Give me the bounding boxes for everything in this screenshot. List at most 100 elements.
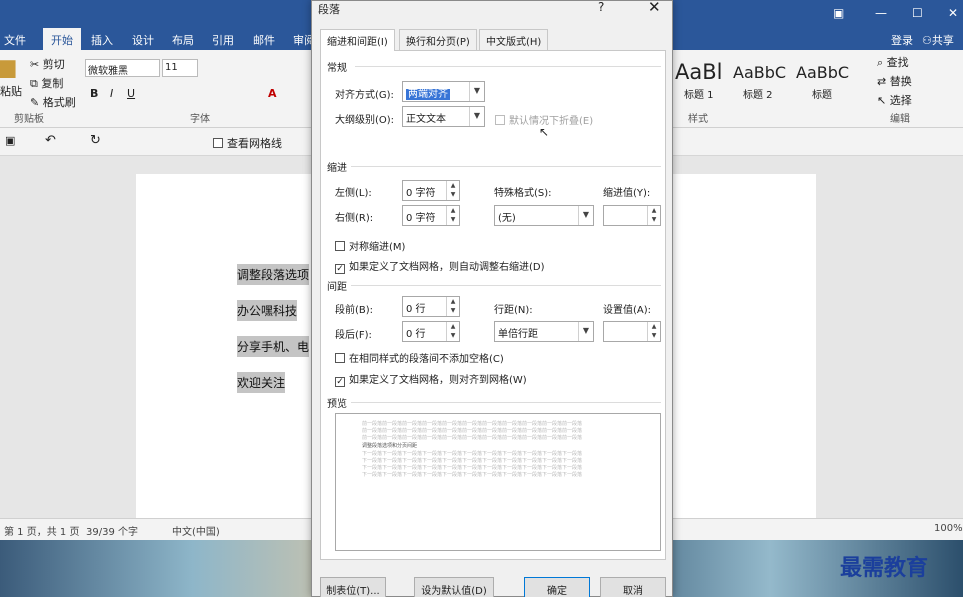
spin-buttons[interactable]: ▲ ▼ <box>647 322 660 341</box>
snap-to-grid-checkbox[interactable]: ✓ 如果定义了文档网格，则对齐到网格(W) <box>335 371 527 387</box>
mirror-indents-checkbox[interactable]: 对称缩进(M) <box>335 238 405 253</box>
style-title-preview[interactable]: AaBbC <box>796 63 849 82</box>
space-after-spinner[interactable]: 0 行 ▲ ▼ <box>402 321 460 342</box>
spin-up-icon: ▲ <box>450 298 456 305</box>
view-gridlines-label: 查看网格线 <box>227 137 282 150</box>
underline-icon[interactable]: U <box>127 87 135 100</box>
tabs-button[interactable]: 制表位(T)... <box>320 577 386 597</box>
doc-line-2: 办公嘿科技 <box>237 300 298 321</box>
format-painter-label: 格式刷 <box>42 96 76 109</box>
spin-buttons[interactable]: ▲ ▼ <box>446 181 459 200</box>
tab-design[interactable]: 设计 <box>132 32 154 48</box>
indent-by-spinner[interactable]: ▲ ▼ <box>603 205 661 226</box>
find-button[interactable]: ⌕ 查找 <box>877 54 909 70</box>
copy-label: 复制 <box>41 77 64 90</box>
tab-asian-typography[interactable]: 中文版式(H) <box>479 29 549 50</box>
minimize-icon[interactable]: — <box>875 6 887 20</box>
tab-mailings[interactable]: 邮件 <box>253 32 275 48</box>
outline-level-select[interactable]: 正文文本 ▼ <box>402 106 485 127</box>
font-name-combo[interactable]: 微软雅黑 <box>85 59 160 77</box>
cancel-button[interactable]: 取消 <box>600 577 666 597</box>
font-group-label: 字体 <box>190 114 210 125</box>
word-count[interactable]: 39/39 个字 <box>86 523 138 538</box>
select-button[interactable]: ↖ 选择 <box>877 92 912 108</box>
spin-buttons[interactable]: ▲ ▼ <box>446 206 459 225</box>
close-window-icon[interactable]: ✕ <box>948 6 958 20</box>
ribbon-display-icon[interactable]: ▣ <box>833 6 844 20</box>
font-size-combo[interactable]: 11 <box>162 59 198 77</box>
tab-references[interactable]: 引用 <box>212 32 234 48</box>
close-icon[interactable]: ✕ <box>648 0 661 16</box>
indent-section-title: 缩进 <box>327 163 347 174</box>
paste-icon[interactable]: ▆ <box>0 54 15 78</box>
tab-layout[interactable]: 布局 <box>172 32 194 48</box>
spin-up-icon: ▲ <box>450 182 456 189</box>
tab-home[interactable]: 开始 <box>43 28 81 50</box>
cut-button[interactable]: ✂ 剪切 <box>30 56 65 72</box>
general-section-title: 常规 <box>327 63 347 74</box>
bold-icon[interactable]: B <box>90 87 98 100</box>
spin-down-icon: ▼ <box>450 191 456 198</box>
spin-buttons[interactable]: ▲ ▼ <box>446 297 459 316</box>
left-indent-spinner[interactable]: 0 字符 ▲ ▼ <box>402 180 460 201</box>
right-indent-spinner[interactable]: 0 字符 ▲ ▼ <box>402 205 460 226</box>
copy-button[interactable]: ⧉ 复制 <box>30 75 63 91</box>
set-default-button[interactable]: 设为默认值(D) <box>414 577 494 597</box>
alignment-select[interactable]: 两端对齐 ▼ <box>402 81 485 102</box>
paste-button[interactable]: 粘贴 <box>0 83 22 99</box>
replace-button[interactable]: ⇄ 替换 <box>877 73 912 89</box>
alignment-value: 两端对齐 <box>406 89 450 100</box>
spin-buttons[interactable]: ▲ ▼ <box>446 322 459 341</box>
spin-down-icon: ▼ <box>450 216 456 223</box>
page-count[interactable]: 第 1 页，共 1 页 <box>4 523 79 538</box>
share-button[interactable]: ⚇共享 <box>922 32 954 48</box>
style-heading1-preview[interactable]: AaBl <box>675 60 722 84</box>
no-space-same-style-label: 在相同样式的段落间不添加空格(C) <box>349 354 504 365</box>
format-painter-button[interactable]: ✎ 格式刷 <box>30 94 76 110</box>
chevron-down-icon: ▼ <box>469 107 484 126</box>
view-gridlines-checkbox[interactable]: 查看网格线 <box>213 135 282 151</box>
copy-icon: ⧉ <box>30 77 42 90</box>
preview-sample-text: 调整段落选项和分页间距 <box>362 443 418 449</box>
font-color-icon[interactable]: A <box>268 87 277 100</box>
mouse-cursor-icon: ↖ <box>539 125 550 139</box>
left-indent-value: 0 字符 <box>406 188 436 199</box>
zoom-level[interactable]: 100% <box>934 523 963 534</box>
outline-level-value: 正文文本 <box>406 114 446 125</box>
tab-line-page-breaks[interactable]: 换行和分页(P) <box>399 29 477 50</box>
maximize-icon[interactable]: ☐ <box>912 6 923 20</box>
tab-indents-spacing[interactable]: 缩进和间距(I) <box>320 29 395 51</box>
font-name-value: 微软雅黑 <box>88 66 128 77</box>
find-label: 查找 <box>886 56 909 69</box>
collapse-default-label: 默认情况下折叠(E) <box>509 116 594 127</box>
space-after-label: 段后(F): <box>335 330 372 341</box>
login-link[interactable]: 登录 <box>891 32 913 48</box>
space-before-spinner[interactable]: 0 行 ▲ ▼ <box>402 296 460 317</box>
paragraph-dialog: 段落 ? ✕ 缩进和间距(I) 换行和分页(P) 中文版式(H) 常规 对齐方式… <box>311 0 673 597</box>
special-indent-select[interactable]: (无) ▼ <box>494 205 594 226</box>
save-icon[interactable]: ▣ <box>5 134 15 147</box>
help-icon[interactable]: ? <box>598 0 604 14</box>
auto-adjust-right-indent-checkbox[interactable]: ✓ 如果定义了文档网格，则自动调整右缩进(D) <box>335 258 545 274</box>
doc-line-4: 欢迎关注 <box>237 372 286 393</box>
spin-buttons[interactable]: ▲ ▼ <box>647 206 660 225</box>
italic-icon[interactable]: I <box>110 87 113 100</box>
line-spacing-select[interactable]: 单倍行距 ▼ <box>494 321 594 342</box>
preview-previous-text: 前一段落前一段落前一段落前一段落前一段落前一段落前一段落前一段落前一段落前一段落… <box>362 421 583 427</box>
spin-up-icon: ▲ <box>450 323 456 330</box>
tab-insert[interactable]: 插入 <box>91 32 113 48</box>
preview-next-text: 下一段落下一段落下一段落下一段落下一段落下一段落下一段落下一段落下一段落下一段落… <box>362 458 583 464</box>
tab-file[interactable]: 文件 <box>4 32 26 48</box>
indents-spacing-panel: 常规 对齐方式(G): 两端对齐 ▼ 大纲级别(O): 正文文本 ▼ 默认情况下… <box>320 50 666 560</box>
section-divider <box>351 402 661 403</box>
ok-button[interactable]: 确定 <box>524 577 590 597</box>
style-heading2-preview[interactable]: AaBbC <box>733 63 786 82</box>
redo-icon[interactable]: ↻ <box>90 133 101 148</box>
undo-icon[interactable]: ↶ <box>45 133 56 148</box>
no-space-same-style-checkbox[interactable]: 在相同样式的段落间不添加空格(C) <box>335 350 504 365</box>
section-divider <box>351 285 661 286</box>
preview-previous-text: 前一段落前一段落前一段落前一段落前一段落前一段落前一段落前一段落前一段落前一段落… <box>362 435 583 441</box>
cut-label: 剪切 <box>42 58 65 71</box>
language-status[interactable]: 中文(中国) <box>172 523 220 538</box>
line-spacing-at-spinner[interactable]: ▲ ▼ <box>603 321 661 342</box>
